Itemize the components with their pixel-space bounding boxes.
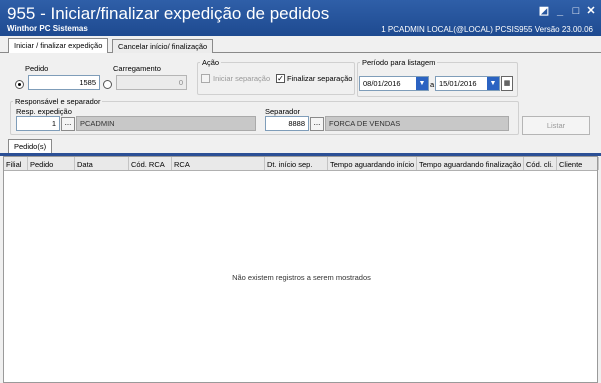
carregamento-label: Carregamento [113, 64, 161, 73]
calendar-icon[interactable]: ▦ [501, 76, 513, 91]
separador-label: Separador [265, 107, 301, 116]
iniciar-separacao-label: Iniciar separação [213, 74, 271, 83]
col-tempo-aguardando-finalizacao[interactable]: Tempo aguardando finalização [417, 157, 524, 170]
col-filial[interactable]: Filial [4, 157, 28, 170]
separador-search-button[interactable]: ... [310, 117, 324, 131]
grid-header: Filial Pedido Data Cód. RCA RCA Dt. iníc… [4, 157, 599, 171]
periodo-separator: a [430, 80, 435, 89]
close-icon[interactable]: ✕ [584, 4, 598, 18]
carregamento-input[interactable]: 0 [116, 75, 187, 90]
col-cliente[interactable]: Cliente [557, 157, 599, 170]
col-cod-cli[interactable]: Cód. cli. [524, 157, 557, 170]
finalizar-separacao-label: Finalizar separação [287, 74, 353, 83]
col-tempo-aguardando-inicio[interactable]: Tempo aguardando início [328, 157, 417, 170]
col-cod-rca[interactable]: Cód. RCA [129, 157, 172, 170]
window-subtitle: Winthor PC Sistemas [7, 24, 88, 33]
resp-expedicao-label: Resp. expedição [16, 107, 72, 116]
carregamento-radio[interactable] [103, 80, 112, 89]
minimize-icon[interactable]: _ [553, 4, 567, 18]
pedidos-grid[interactable]: Filial Pedido Data Cód. RCA RCA Dt. iníc… [3, 156, 599, 383]
session-status: 1 PCADMIN LOCAL(@LOCAL) PCSIS955 Versão … [381, 25, 593, 34]
pedido-radio[interactable] [15, 80, 24, 89]
filter-panel: Pedido 1585 Carregamento 0 Ação Iniciar … [2, 53, 599, 137]
resp-name-field: PCADMIN [76, 116, 256, 131]
resp-code-input[interactable]: 1 [16, 116, 60, 131]
restore-icon[interactable]: ◩ [537, 4, 551, 18]
col-data[interactable]: Data [75, 157, 129, 170]
separador-code-input[interactable]: 8888 [265, 116, 309, 131]
pedido-input[interactable]: 1585 [28, 75, 100, 90]
tab-pedidos[interactable]: Pedido(s) [8, 139, 53, 154]
pedido-label: Pedido [25, 64, 49, 73]
maximize-icon[interactable]: □ [569, 4, 583, 18]
periodo-label: Período para listagem [360, 58, 438, 67]
results-tabs: Pedido(s) [0, 137, 601, 154]
tab-cancelar[interactable]: Cancelar início/ finalização [112, 39, 214, 53]
listar-button[interactable]: Listar [522, 116, 590, 135]
window-title: 955 - Iniciar/finalizar expedição de ped… [7, 4, 330, 23]
separador-name-field: FORCA DE VENDAS [325, 116, 509, 131]
col-pedido[interactable]: Pedido [28, 157, 75, 170]
responsavel-group-label: Responsável e separador [13, 97, 103, 106]
data-inicio-dropdown-icon[interactable]: ▼ [416, 77, 428, 90]
resp-search-button[interactable]: ... [61, 117, 75, 131]
data-fim-dropdown-icon[interactable]: ▼ [487, 77, 499, 90]
finalizar-separacao-checkbox[interactable]: ✓ [276, 74, 285, 83]
empty-message: Não existem registros a serem mostrados [232, 273, 371, 282]
tab-iniciar-finalizar[interactable]: Iniciar / finalizar expedição [8, 38, 109, 53]
title-bar: 955 - Iniciar/finalizar expedição de ped… [0, 0, 601, 36]
col-rca[interactable]: RCA [172, 157, 265, 170]
main-tabs: Iniciar / finalizar expedição Cancelar i… [0, 36, 601, 53]
acao-label: Ação [200, 58, 222, 67]
col-dt-inicio-sep[interactable]: Dt. início sep. [265, 157, 328, 170]
iniciar-separacao-checkbox[interactable] [201, 74, 210, 83]
